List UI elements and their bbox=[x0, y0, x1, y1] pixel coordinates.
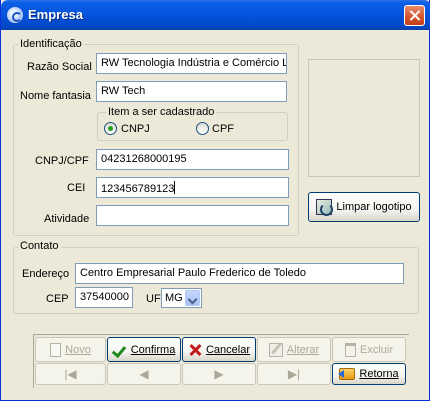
new-document-icon bbox=[50, 342, 62, 357]
radio-cpf[interactable] bbox=[196, 122, 209, 135]
app-icon bbox=[7, 7, 23, 23]
confirma-button[interactable]: Confirma bbox=[107, 337, 181, 362]
contato-legend: Contato bbox=[18, 240, 61, 252]
nome-fantasia-label: Nome fantasia bbox=[20, 90, 91, 102]
excluir-label: Excluir bbox=[359, 343, 393, 356]
identificacao-legend: Identificação bbox=[18, 38, 84, 50]
return-icon bbox=[338, 368, 356, 380]
cnpj-cpf-label: CNPJ/CPF bbox=[35, 155, 89, 167]
retorna-button[interactable]: Retorna bbox=[332, 363, 406, 385]
prev-icon: ◀ bbox=[139, 367, 149, 381]
cei-input[interactable]: 123456789123 bbox=[96, 177, 289, 198]
checkmark-icon bbox=[113, 343, 127, 357]
radio-cnpj[interactable] bbox=[104, 122, 117, 135]
limpar-logotipo-button[interactable]: Limpar logotipo bbox=[308, 192, 420, 222]
uf-label: UF bbox=[146, 293, 161, 305]
nome-fantasia-input[interactable]: RW Tech bbox=[96, 81, 287, 102]
cancelar-label: Cancelar bbox=[205, 343, 251, 356]
cep-input[interactable]: 37540000 bbox=[75, 287, 133, 308]
retorna-label: Retorna bbox=[359, 368, 399, 380]
chevron-down-icon[interactable] bbox=[185, 290, 200, 306]
alterar-button[interactable]: Alterar bbox=[257, 337, 331, 362]
item-cadastrado-legend: Item a ser cadastrado bbox=[106, 106, 217, 118]
first-record-button[interactable]: |◀ bbox=[35, 363, 106, 385]
endereco-input[interactable]: Centro Empresarial Paulo Frederico de To… bbox=[75, 263, 404, 284]
cei-label: CEI bbox=[67, 182, 86, 194]
endereco-label: Endereço bbox=[22, 268, 70, 280]
confirma-label: Confirma bbox=[130, 343, 176, 356]
last-icon: ▶| bbox=[287, 367, 301, 381]
excluir-button[interactable]: Excluir bbox=[332, 337, 406, 362]
novo-label: Novo bbox=[65, 343, 91, 356]
uf-select[interactable]: MG bbox=[161, 288, 202, 308]
logo-preview[interactable] bbox=[308, 59, 420, 177]
radio-cpf-label[interactable]: CPF bbox=[212, 123, 234, 135]
trash-icon bbox=[344, 342, 356, 357]
last-record-button[interactable]: ▶| bbox=[257, 363, 331, 385]
cep-label: CEP bbox=[46, 293, 69, 305]
novo-button[interactable]: Novo bbox=[35, 337, 106, 362]
close-button[interactable] bbox=[404, 5, 425, 26]
razao-social-input[interactable]: RW Tecnologia Indústria e Comércio L bbox=[96, 53, 287, 74]
window-title: Empresa bbox=[28, 7, 83, 22]
logo-icon bbox=[316, 199, 334, 216]
prev-record-button[interactable]: ◀ bbox=[107, 363, 181, 385]
title-bar[interactable]: Empresa bbox=[1, 0, 430, 30]
next-record-button[interactable]: ▶ bbox=[182, 363, 256, 385]
uf-select-value: MG bbox=[165, 292, 183, 304]
alterar-label: Alterar bbox=[286, 343, 320, 356]
empresa-window: Empresa Identificação Razão Social RW Te… bbox=[0, 0, 430, 401]
cancel-x-icon bbox=[188, 343, 202, 357]
limpar-logotipo-label: Limpar logotipo bbox=[336, 201, 412, 213]
radio-cnpj-label[interactable]: CNPJ bbox=[121, 123, 150, 135]
first-icon: |◀ bbox=[64, 367, 77, 381]
atividade-input[interactable] bbox=[96, 205, 289, 226]
cnpj-cpf-input[interactable]: 04231268000195 bbox=[96, 149, 289, 170]
next-icon: ▶ bbox=[214, 367, 224, 381]
edit-icon bbox=[268, 342, 283, 357]
cancelar-button[interactable]: Cancelar bbox=[182, 337, 256, 362]
razao-social-label: Razão Social bbox=[27, 61, 92, 73]
atividade-label: Atividade bbox=[44, 213, 90, 225]
